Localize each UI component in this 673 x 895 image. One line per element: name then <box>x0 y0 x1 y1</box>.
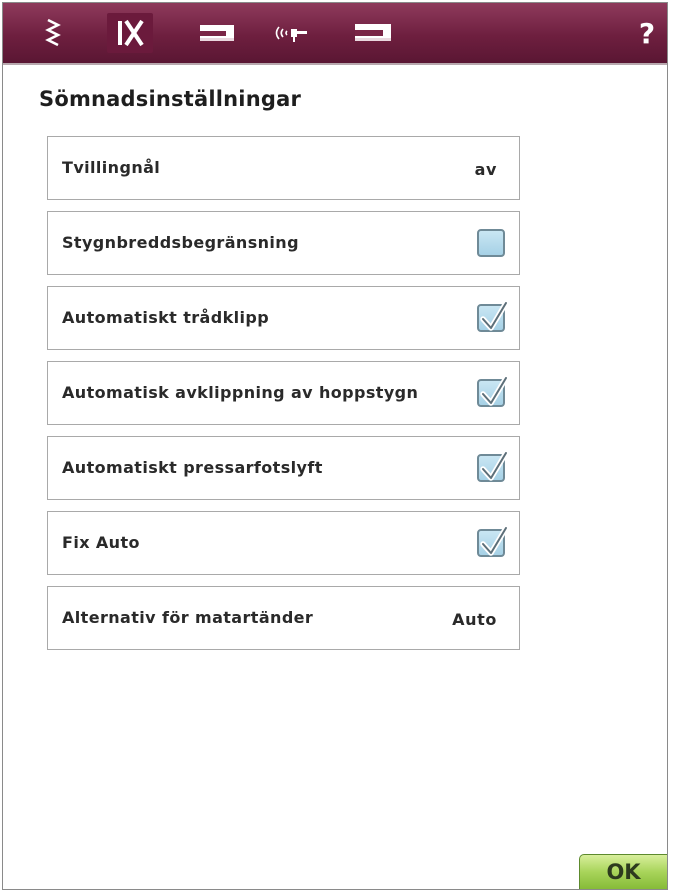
checkmark-icon <box>480 450 509 481</box>
setting-row-auto-thread-cut[interactable]: Automatiskt trådklipp <box>47 286 520 350</box>
embroidery-machine-icon <box>355 24 391 41</box>
setting-label: Fix Auto <box>62 533 140 552</box>
fix-auto-checkbox[interactable] <box>477 525 509 557</box>
auto-thread-cut-checkbox[interactable] <box>477 300 509 332</box>
setting-row-feed-dog-options[interactable]: Alternativ för matartänder Auto <box>47 586 520 650</box>
page-title: Sömnadsinställningar <box>39 87 301 111</box>
setting-value: av <box>474 160 497 179</box>
wireless-connection-tab[interactable] <box>265 3 317 63</box>
embroidery-machine-tab[interactable] <box>345 3 401 63</box>
help-tab[interactable]: ? <box>629 3 665 63</box>
top-toolbar: ? <box>3 3 667 65</box>
setting-row-auto-jump-stitch-trim[interactable]: Automatisk avklippning av hoppstygn <box>47 361 520 425</box>
checkmark-icon <box>480 375 509 406</box>
checkmark-icon <box>480 300 509 331</box>
setting-label: Automatisk avklippning av hoppstygn <box>62 383 419 402</box>
setting-label: Automatiskt trådklipp <box>62 308 270 327</box>
zigzag-stitch-tab[interactable] <box>33 3 73 63</box>
setting-label: Stygnbreddsbegränsning <box>62 233 299 252</box>
checkmark-icon <box>480 525 509 556</box>
setting-label: Alternativ för matartänder <box>62 608 314 627</box>
ok-button-label: OK <box>606 860 641 884</box>
setting-row-stitch-width-limit[interactable]: Stygnbreddsbegränsning <box>47 211 520 275</box>
wireless-connection-icon <box>275 26 307 42</box>
sewing-settings-screen: ? Sömnadsinställningar Tvillingnål av St… <box>2 2 668 890</box>
setting-row-twin-needle[interactable]: Tvillingnål av <box>47 136 520 200</box>
setting-label: Automatiskt pressarfotslyft <box>62 458 323 477</box>
setting-row-auto-presser-foot-lift[interactable]: Automatiskt pressarfotslyft <box>47 436 520 500</box>
sewing-machine-icon <box>200 25 234 41</box>
ok-button[interactable]: OK <box>579 854 667 889</box>
setting-label: Tvillingnål <box>62 158 161 177</box>
zigzag-stitch-icon <box>45 18 61 47</box>
setting-value: Auto <box>452 610 497 629</box>
setting-row-fix-auto[interactable]: Fix Auto <box>47 511 520 575</box>
stitch-width-limit-checkbox[interactable] <box>477 229 505 257</box>
help-icon: ? <box>638 16 656 50</box>
auto-jump-stitch-trim-checkbox[interactable] <box>477 375 509 407</box>
stitch-settings-tab[interactable] <box>107 3 153 63</box>
auto-presser-foot-lift-checkbox[interactable] <box>477 450 509 482</box>
stitch-settings-icon <box>118 19 144 47</box>
sewing-machine-tab[interactable] <box>191 3 243 63</box>
